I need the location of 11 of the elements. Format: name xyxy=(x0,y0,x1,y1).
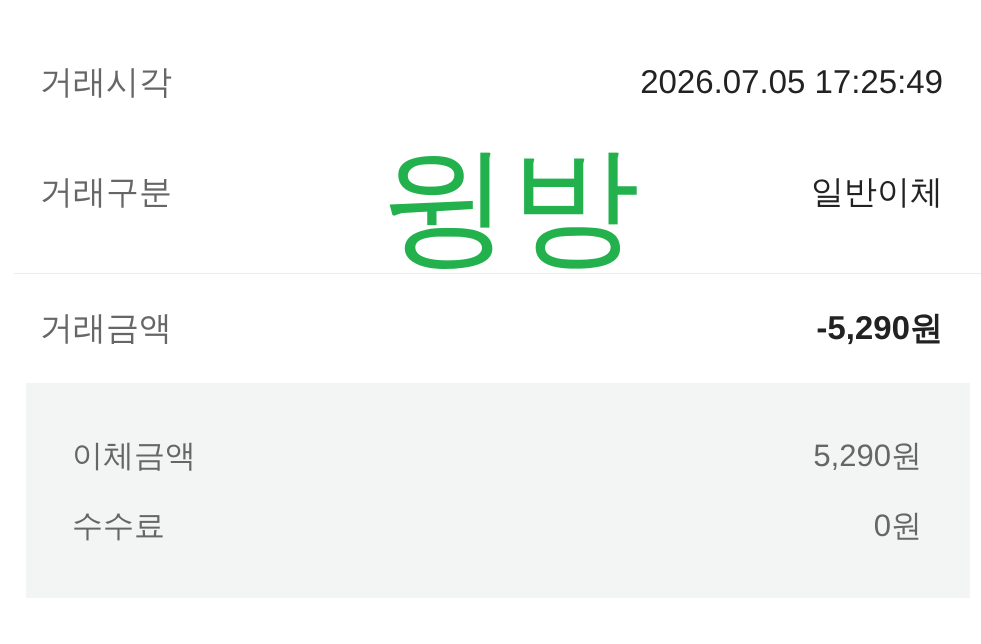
breakdown-value: 0원 xyxy=(874,507,922,545)
amount-value: -5,290원 xyxy=(816,308,943,348)
detail-value: 2026.07.05 17:25:49 xyxy=(640,63,943,101)
detail-value: 일반이체 xyxy=(811,172,943,212)
detail-label: 거래시각 xyxy=(40,62,172,102)
detail-label: 거래구분 xyxy=(40,172,172,212)
breakdown-label: 수수료 xyxy=(72,507,165,545)
amount-label: 거래금액 xyxy=(40,308,172,348)
handwritten-note: 윙방 xyxy=(380,140,640,270)
breakdown-value: 5,290원 xyxy=(813,437,922,475)
breakdown-label: 이체금액 xyxy=(72,437,196,475)
